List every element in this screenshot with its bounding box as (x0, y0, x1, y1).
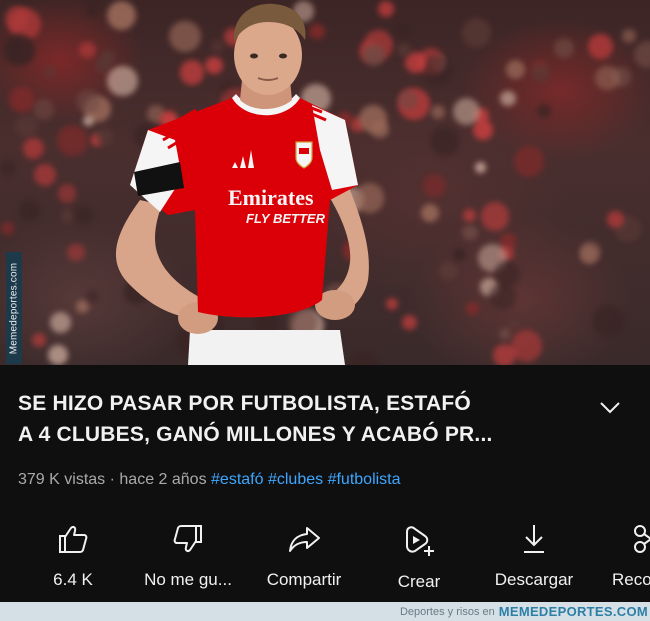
upload-age: hace 2 años (119, 471, 207, 488)
side-watermark-text: Memedeportes.com (8, 262, 20, 354)
footballer-photo: Emirates FLY BETTER (115, 3, 369, 365)
credit-site: MEMEDEPORTES.COM (498, 604, 648, 619)
create-label: Crear (397, 572, 441, 591)
thumbs-down-icon (173, 525, 202, 552)
video-title[interactable]: SE HIZO PASAR POR FUTBOLISTA, ESTAFÓ A 4… (18, 388, 578, 450)
scissors-icon (634, 525, 650, 553)
video-title-line-2: A 4 CLUBES, GANÓ MILLONES Y ACABÓ PR... (18, 423, 493, 446)
jersey-slogan-text: FLY BETTER (246, 211, 326, 226)
dislike-label: No me gu... (144, 570, 232, 589)
clip-button[interactable]: Reco (610, 512, 650, 590)
share-label: Compartir (266, 570, 342, 589)
download-label: Descargar (494, 570, 574, 589)
site-watermark-strip: Deportes y risos en MEMEDEPORTES.COM (0, 602, 650, 621)
video-thumbnail[interactable]: Emirates FLY BETTER Memedeportes.com (0, 0, 650, 365)
jersey-sponsor-text: Emirates (228, 185, 314, 210)
clip-label: Reco (612, 570, 650, 589)
hashtag-clubes[interactable]: #clubes (268, 471, 323, 488)
action-bar: 6.4 K No me gu... Compartir Crear Descar… (0, 512, 650, 602)
download-button[interactable]: Descargar (484, 512, 584, 590)
share-button[interactable]: Compartir (254, 512, 354, 590)
create-button[interactable]: Crear (388, 512, 450, 592)
chevron-down-icon[interactable] (598, 400, 622, 416)
like-button[interactable]: 6.4 K (44, 512, 102, 590)
thumbs-up-icon (59, 526, 88, 553)
meta-separator: · (109, 471, 115, 488)
create-icon (406, 526, 434, 556)
video-title-line-1: SE HIZO PASAR POR FUTBOLISTA, ESTAFÓ (18, 392, 471, 415)
side-watermark: Memedeportes.com (6, 252, 22, 364)
like-count: 6.4 K (53, 570, 93, 589)
video-metadata: 379 K vistas · hace 2 años #estafó #club… (18, 471, 401, 489)
credit-prefix: Deportes y risos en (399, 605, 495, 618)
view-count: 379 K vistas (18, 471, 106, 488)
dislike-button[interactable]: No me gu... (132, 512, 244, 590)
download-icon (524, 525, 544, 553)
hashtag-estafo[interactable]: #estafó (211, 471, 263, 488)
hashtag-futbolista[interactable]: #futbolista (328, 471, 401, 488)
share-icon (289, 527, 320, 552)
